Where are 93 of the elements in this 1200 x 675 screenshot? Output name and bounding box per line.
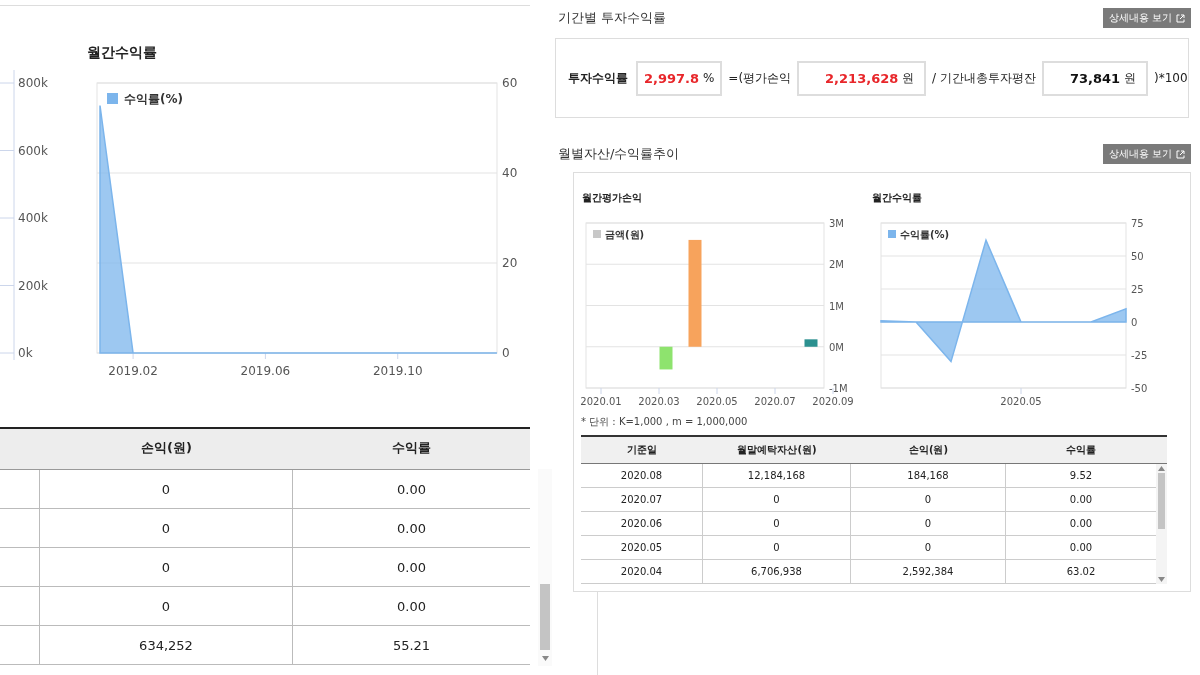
table-cell xyxy=(0,587,40,626)
scrollbar-thumb[interactable] xyxy=(540,584,550,650)
external-link-icon xyxy=(1176,13,1185,23)
table-cell: 0 xyxy=(703,488,851,512)
table-cell: 55.21 xyxy=(293,626,530,665)
section-title: 기간별 투자수익률 xyxy=(557,9,667,27)
axis-label: 20 xyxy=(502,256,518,270)
formula-text: )*100 xyxy=(1153,71,1188,85)
axis-label: 2020.09 xyxy=(812,396,854,407)
section-title: 월별자산/수익률추이 xyxy=(557,145,680,163)
table-cell: 12,184,168 xyxy=(703,464,851,488)
detail-button[interactable]: 상세내용 보기 xyxy=(1102,144,1191,164)
axis-label: -1M xyxy=(829,383,848,394)
axis-label: 3M xyxy=(829,218,844,229)
axis-label: 2019.06 xyxy=(240,364,291,378)
column-header: 손익(원) xyxy=(907,443,950,457)
axis-label: 2020.01 xyxy=(580,396,622,407)
legend-label: 금액(원) xyxy=(605,229,645,240)
axis-label: 2020.05 xyxy=(1000,396,1042,407)
table-cell: 2020.08 xyxy=(581,464,703,488)
legend-label: 수익률(%) xyxy=(124,92,183,106)
table-cell: 0 xyxy=(851,488,1006,512)
axis-label: 0k xyxy=(18,346,33,360)
table-cell: 0 xyxy=(851,512,1006,536)
axis-label: 2020.05 xyxy=(696,396,738,407)
chart-title: 월간수익률 xyxy=(86,44,158,62)
column-header: 수익률 xyxy=(1065,443,1097,457)
table-cell: 6,706,938 xyxy=(703,560,851,584)
table-cell: 0 xyxy=(40,587,293,626)
external-link-icon xyxy=(1176,149,1185,159)
scroll-down-icon[interactable] xyxy=(541,656,549,661)
value-field: 2,213,628 원 xyxy=(797,60,927,96)
formula-text: =(평가손익 xyxy=(728,69,792,87)
scrollbar-thumb[interactable] xyxy=(1158,473,1165,529)
table-cell: 2,592,384 xyxy=(851,560,1006,584)
table-cell: 0 xyxy=(703,512,851,536)
axis-label: 25 xyxy=(1131,284,1144,295)
table-cell: 634,252 xyxy=(40,626,293,665)
value-field: 73,841 원 xyxy=(1041,60,1148,96)
bar xyxy=(804,339,818,347)
axis-label: 2019.10 xyxy=(372,364,423,378)
scroll-up-icon[interactable] xyxy=(1158,466,1165,471)
table-cell xyxy=(0,509,40,548)
legend-swatch xyxy=(107,93,118,104)
table-cell: 0 xyxy=(851,536,1006,560)
chart-title: 월간수익률 xyxy=(871,191,923,203)
table-cell: 0.00 xyxy=(293,509,530,548)
table-cell: 0.00 xyxy=(293,548,530,587)
table-cell: 0 xyxy=(40,548,293,587)
table-cell: 2020.06 xyxy=(581,512,703,536)
table-cell: 0.00 xyxy=(293,470,530,509)
chart-title: 월간평가손익 xyxy=(581,191,643,203)
table-cell: 2020.07 xyxy=(581,488,703,512)
table-cell: 0 xyxy=(40,509,293,548)
legend-swatch xyxy=(888,230,896,238)
axis-label: 2M xyxy=(829,259,844,271)
axis-label: 600k xyxy=(18,143,48,158)
column-header: 월말예탁자산(원) xyxy=(736,443,818,457)
table-cell: 2020.05 xyxy=(581,536,703,560)
table-cell xyxy=(0,626,40,665)
table-cell: 2020.04 xyxy=(581,560,703,584)
axis-label: -25 xyxy=(1131,350,1148,361)
axis-label: 75 xyxy=(1131,218,1144,229)
table-cell xyxy=(0,470,40,509)
axis-label: 400k xyxy=(18,211,48,225)
table-cell: 0 xyxy=(703,536,851,560)
table-cell: 0 xyxy=(40,470,293,509)
value-field: 2,997.8 % xyxy=(636,60,723,96)
formula-label: 투자수익률 xyxy=(568,69,628,87)
axis-label: 1M xyxy=(829,300,844,312)
table-cell: 184,168 xyxy=(851,464,1006,488)
axis-label: 2019.02 xyxy=(108,364,158,378)
unit-note: * 단위 : K=1,000 , m = 1,000,000 xyxy=(580,415,749,429)
axis-label: 2020.03 xyxy=(638,396,680,407)
column-header: 수익률 xyxy=(391,439,432,457)
axis-label: 50 xyxy=(1131,251,1144,262)
column-header: 손익(원) xyxy=(140,439,193,457)
detail-button[interactable]: 상세내용 보기 xyxy=(1102,8,1191,28)
axis-label: 0 xyxy=(1131,317,1138,328)
formula-text: / 기간내총투자평잔 xyxy=(932,69,1036,87)
axis-label: 200k xyxy=(18,278,48,293)
column-header: 기준일 xyxy=(626,443,658,457)
axis-label: 800k xyxy=(18,76,48,90)
axis-label: 40 xyxy=(502,166,518,180)
table-cell xyxy=(0,548,40,587)
axis-label: 60 xyxy=(502,76,518,90)
table-cell: 0.00 xyxy=(293,587,530,626)
axis-label: 0M xyxy=(829,341,844,353)
axis-label: 2020.07 xyxy=(754,396,796,407)
axis-label: 0 xyxy=(502,346,510,360)
scroll-down-icon[interactable] xyxy=(1158,577,1165,582)
axis-label: -50 xyxy=(1131,383,1148,394)
legend-label: 수익률(%) xyxy=(900,229,950,240)
